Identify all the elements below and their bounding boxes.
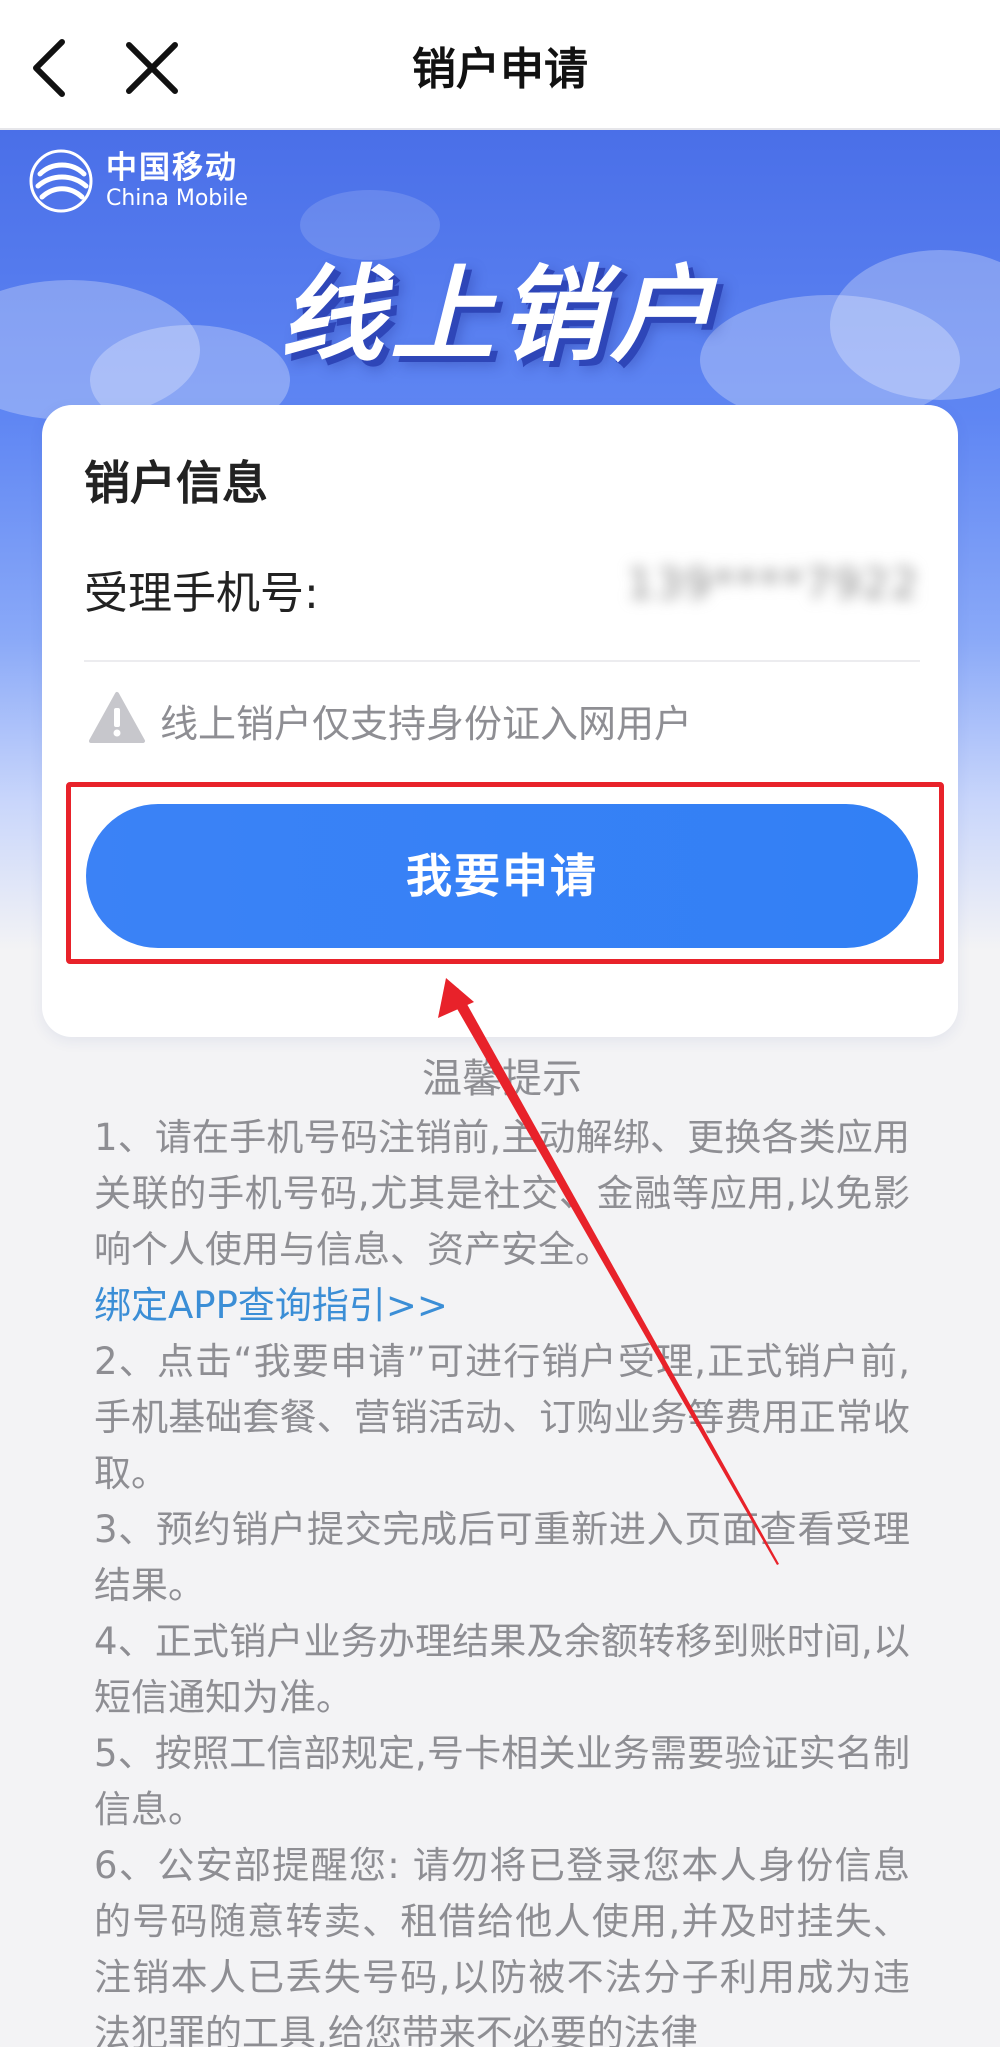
tips-title: 温馨提示: [422, 1056, 582, 1102]
top-nav-bar: 销户申请: [0, 0, 1000, 130]
china-mobile-logo: [29, 149, 93, 213]
warning-text: 线上销户仅支持身份证入网用户: [160, 702, 693, 746]
page: 销户申请 中国移动 China Mobile 线上销户 销户信息 受理手机号: …: [0, 0, 1000, 2047]
tip-item: 1、请在手机号码注销前,主动解绑、更换各类应用关联的手机号码,尤其是社交、金融等…: [94, 1116, 910, 1271]
divider: [84, 660, 920, 662]
warning-triangle-icon: [89, 692, 145, 743]
bind-app-guide-link[interactable]: 绑定APP查询指引>>: [94, 1278, 910, 1334]
tip-item: 3、预约销户提交完成后可重新进入页面查看受理结果。: [94, 1508, 910, 1607]
highlight-box: [66, 782, 944, 964]
close-button[interactable]: [112, 28, 192, 108]
brand-name-en: China Mobile: [106, 186, 249, 211]
brand: 中国移动 China Mobile: [28, 148, 248, 214]
tip-item: 4、正式销户业务办理结果及余额转移到账时间,以短信通知为准。: [94, 1620, 910, 1719]
tip-item: 5、按照工信部规定,号卡相关业务需要验证实名制信息。: [94, 1732, 910, 1831]
brand-text: 中国移动 China Mobile: [106, 150, 248, 212]
tip-item: 6、公安部提醒您: 请勿将已登录您本人身份信息的号码随意转卖、租借给他人使用,并…: [94, 1844, 910, 2047]
phone-value: 139****7922: [626, 559, 920, 608]
card-title: 销户信息: [84, 456, 268, 510]
chevron-left-icon: [33, 39, 65, 97]
back-button[interactable]: [10, 28, 90, 108]
tips-section: 温馨提示 1、请在手机号码注销前,主动解绑、更换各类应用关联的手机号码,尤其是社…: [94, 1054, 910, 2047]
hero-title: 线上销户: [279, 254, 720, 376]
close-icon: [126, 42, 178, 94]
tip-item: 2、点击“我要申请”可进行销户受理,正式销户前,手机基础套餐、营销活动、订购业务…: [94, 1340, 910, 1495]
phone-label: 受理手机号:: [84, 568, 319, 619]
account-cancel-card: 销户信息 受理手机号: 139****7922 线上销户仅支持身份证入网用户 我…: [42, 405, 958, 1037]
brand-name-cn: 中国移动: [106, 150, 238, 186]
